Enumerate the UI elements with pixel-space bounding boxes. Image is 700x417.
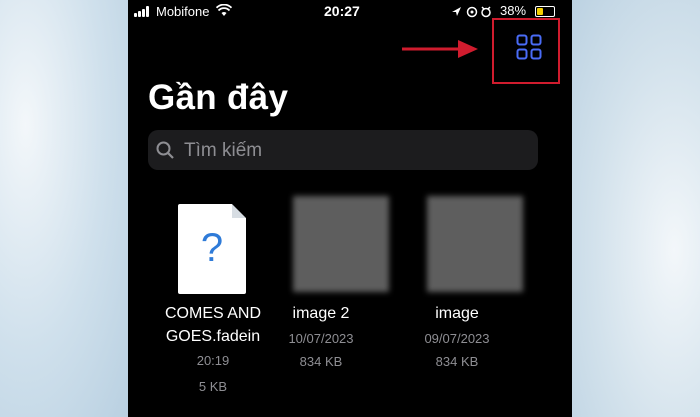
file-item[interactable]: image 09/07/2023 834 KB <box>392 196 523 369</box>
file-size: 834 KB <box>299 354 343 369</box>
file-date: 09/07/2023 <box>424 331 490 346</box>
annotation-arrow <box>402 40 478 58</box>
background-right <box>572 0 700 417</box>
page-title: Gần đây <box>148 78 289 117</box>
carrier-label: Mobifone <box>156 4 210 19</box>
document-question-icon: ? <box>178 204 246 294</box>
image-thumbnail <box>427 196 523 292</box>
file-date: 10/07/2023 <box>288 331 354 346</box>
clock: 20:27 <box>324 3 360 19</box>
background-left <box>0 0 128 417</box>
file-item[interactable]: image 2 10/07/2023 834 KB <box>258 196 389 369</box>
file-size: 834 KB <box>435 354 479 369</box>
phone-screen: Mobifone 20:27 38% Gần đây Tìm kiếm ? CO… <box>128 0 572 417</box>
status-icons <box>452 6 491 18</box>
battery-percent: 38% <box>500 3 527 18</box>
grid-view-icon <box>516 34 542 60</box>
wifi-icon <box>216 4 232 16</box>
file-name: image <box>435 305 479 322</box>
grid-view-button[interactable] <box>492 18 560 84</box>
search-bar[interactable] <box>148 130 538 170</box>
image-thumbnail <box>293 196 389 292</box>
search-input[interactable] <box>182 137 526 165</box>
file-item[interactable]: ? COMES AND GOES.fadein 20:19 5 KB <box>128 196 261 394</box>
battery-icon <box>535 6 555 17</box>
file-size: 5 KB <box>198 379 228 394</box>
signal-icon <box>134 6 152 17</box>
file-name: image 2 <box>292 305 350 322</box>
search-icon <box>156 141 174 159</box>
